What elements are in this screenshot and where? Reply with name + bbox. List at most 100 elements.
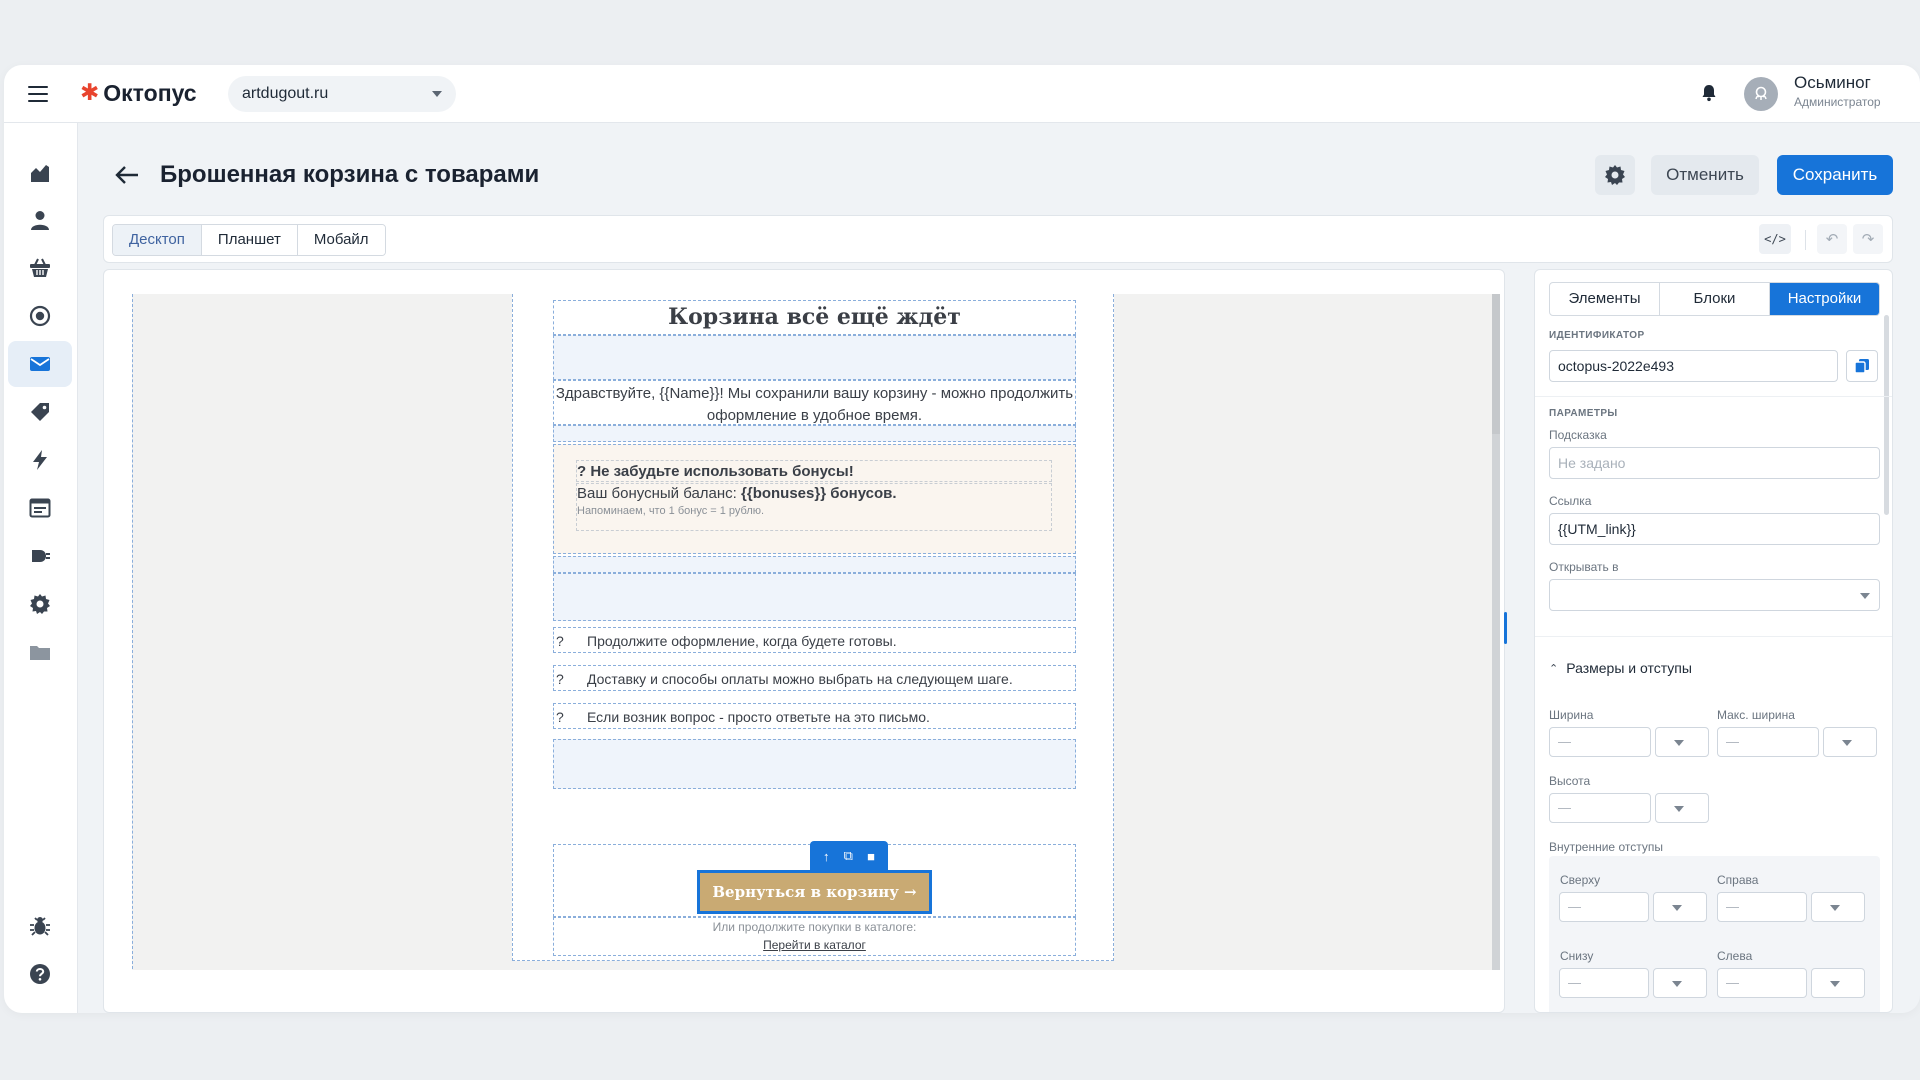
redo-icon: ↷ xyxy=(1861,231,1875,248)
brand-logo[interactable]: ✱ Октопус xyxy=(80,79,197,107)
save-button[interactable]: Сохранить xyxy=(1777,155,1893,195)
tab-mobile[interactable]: Мобайл xyxy=(297,225,385,255)
spacer-block[interactable] xyxy=(553,556,1076,573)
sidebar-item-help[interactable] xyxy=(8,951,72,997)
bonus-title-cell[interactable]: ? Не забудьте использовать бонусы! xyxy=(576,460,1052,482)
redo-button[interactable]: ↷ xyxy=(1853,224,1883,254)
sidebar-item-promo[interactable] xyxy=(8,389,72,435)
cancel-button[interactable]: Отменить xyxy=(1651,155,1759,195)
tab-desktop[interactable]: Десктоп xyxy=(113,225,202,255)
chevron-down-icon xyxy=(1674,740,1684,746)
list-item[interactable]: ? Доставку и способы оплаты можно выбрать… xyxy=(553,665,1076,691)
sidebar-item-orders[interactable] xyxy=(8,245,72,291)
block-actions-toolbar: ↑ ⧉ ■ xyxy=(810,841,888,871)
padding-right-input[interactable]: — xyxy=(1717,892,1807,922)
back-arrow-icon[interactable] xyxy=(114,165,140,185)
chevron-up-icon: ⌃ xyxy=(1549,662,1559,675)
padding-top-input[interactable]: — xyxy=(1559,892,1649,922)
code-view-button[interactable]: </> xyxy=(1759,224,1791,254)
duplicate-icon[interactable]: ⧉ xyxy=(844,848,853,864)
site-select[interactable]: artdugout.ru xyxy=(228,76,456,112)
footer-text-block[interactable]: Или продолжите покупки в каталоге: Перей… xyxy=(553,917,1076,956)
sidebar-item-mailings[interactable] xyxy=(8,341,72,387)
undo-button[interactable]: ↶ xyxy=(1817,224,1847,254)
tab-tablet[interactable]: Планшет xyxy=(201,225,298,255)
spacer-block[interactable] xyxy=(553,335,1076,380)
sidebar-item-forms[interactable] xyxy=(8,485,72,531)
spacer-block[interactable] xyxy=(553,739,1076,789)
list-marker: ? xyxy=(556,671,564,687)
bug-icon xyxy=(30,917,50,936)
sidebar-item-integrations[interactable] xyxy=(8,533,72,579)
padding-bottom-unit-select[interactable] xyxy=(1653,968,1707,998)
email-body[interactable]: Корзина всё ещё ждёт Здравствуйте, {{Nam… xyxy=(512,294,1114,961)
list-item-text: Продолжите оформление, когда будете гото… xyxy=(587,633,897,649)
catalog-link[interactable]: Перейти в каталог xyxy=(554,936,1075,954)
height-unit-select[interactable] xyxy=(1655,793,1709,823)
user-name[interactable]: Осьминог xyxy=(1794,73,1871,93)
chevron-down-icon xyxy=(1672,981,1682,987)
sidebar-item-goals[interactable] xyxy=(8,293,72,339)
cta-button[interactable]: Вернуться в корзину → xyxy=(697,870,932,914)
settings-scrollbar[interactable] xyxy=(1884,315,1889,515)
max-width-label: Макс. ширина xyxy=(1717,708,1795,722)
padding-left-unit-select[interactable] xyxy=(1811,968,1865,998)
hint-input[interactable] xyxy=(1549,447,1880,479)
template-settings-button[interactable] xyxy=(1595,155,1635,195)
sidebar-item-settings[interactable] xyxy=(8,581,72,627)
sidebar-item-analytics[interactable] xyxy=(8,149,72,195)
max-width-unit-select[interactable] xyxy=(1823,727,1877,757)
delete-icon[interactable]: ■ xyxy=(867,849,875,864)
menu-icon[interactable] xyxy=(28,86,48,102)
editor-canvas: Корзина всё ещё ждёт Здравствуйте, {{Nam… xyxy=(103,269,1505,1013)
tab-settings[interactable]: Настройки xyxy=(1770,283,1879,315)
sidebar-item-users[interactable] xyxy=(8,197,72,243)
chevron-down-icon xyxy=(1842,740,1852,746)
sidebar-item-automation[interactable] xyxy=(8,437,72,483)
list-item[interactable]: ? Продолжите оформление, когда будете гот… xyxy=(553,627,1076,653)
device-toolbar: Десктоп Планшет Мобайл </> ↶ ↷ xyxy=(103,215,1893,263)
catalog-note: Или продолжите покупки в каталоге: xyxy=(712,920,917,934)
open-in-select[interactable] xyxy=(1549,579,1880,611)
avatar[interactable] xyxy=(1744,77,1778,111)
height-input[interactable]: — xyxy=(1549,793,1651,823)
padding-right-unit-select[interactable] xyxy=(1811,892,1865,922)
sizes-section-toggle[interactable]: ⌃ Размеры и отступы xyxy=(1549,660,1692,676)
list-item-text: Если возник вопрос - просто ответьте на … xyxy=(587,709,930,725)
sidebar-item-files[interactable] xyxy=(8,629,72,675)
chevron-down-icon xyxy=(1830,905,1840,911)
text-block[interactable]: Здравствуйте, {{Name}}! Мы сохранили ваш… xyxy=(553,380,1076,425)
link-input[interactable] xyxy=(1549,513,1880,545)
target-icon xyxy=(29,305,51,327)
brand-star-icon: ✱ xyxy=(80,80,100,106)
bell-icon[interactable] xyxy=(1701,84,1717,102)
height-label: Высота xyxy=(1549,774,1591,788)
heading-block[interactable]: Корзина всё ещё ждёт xyxy=(553,300,1076,335)
move-up-icon[interactable]: ↑ xyxy=(823,849,830,864)
padding-bottom-input[interactable]: — xyxy=(1559,968,1649,998)
bonus-block[interactable]: ? Не забудьте использовать бонусы! Ваш б… xyxy=(553,444,1076,554)
bonus-text-cell[interactable]: Ваш бонусный баланс: {{bonuses}} бонусов… xyxy=(576,483,1052,531)
max-width-input[interactable]: — xyxy=(1717,727,1819,757)
tab-blocks[interactable]: Блоки xyxy=(1660,283,1770,315)
padding-left-input[interactable]: — xyxy=(1717,968,1807,998)
list-marker: ? xyxy=(556,709,564,725)
sidebar xyxy=(4,123,78,1013)
chevron-down-icon xyxy=(1860,593,1870,599)
bonus-title: ? Не забудьте использовать бонусы! xyxy=(577,463,854,480)
email-greeting: Здравствуйте, {{Name}}! Мы сохранили ваш… xyxy=(555,385,1074,424)
panel-resize-handle[interactable] xyxy=(1504,612,1507,644)
copy-button[interactable] xyxy=(1846,350,1878,382)
sizes-section-title: Размеры и отступы xyxy=(1566,660,1692,676)
width-input[interactable]: — xyxy=(1549,727,1651,757)
width-unit-select[interactable] xyxy=(1655,727,1709,757)
identifier-field[interactable] xyxy=(1549,350,1838,382)
spacer-block[interactable] xyxy=(553,425,1076,442)
sidebar-item-debug[interactable] xyxy=(8,903,72,949)
padding-top-unit-select[interactable] xyxy=(1653,892,1707,922)
spacer-block[interactable] xyxy=(553,573,1076,621)
canvas-scrollbar-thumb[interactable] xyxy=(1492,294,1500,434)
hint-label: Подсказка xyxy=(1549,428,1607,442)
list-item[interactable]: ? Если возник вопрос - просто ответьте на… xyxy=(553,703,1076,729)
tab-elements[interactable]: Элементы xyxy=(1550,283,1660,315)
